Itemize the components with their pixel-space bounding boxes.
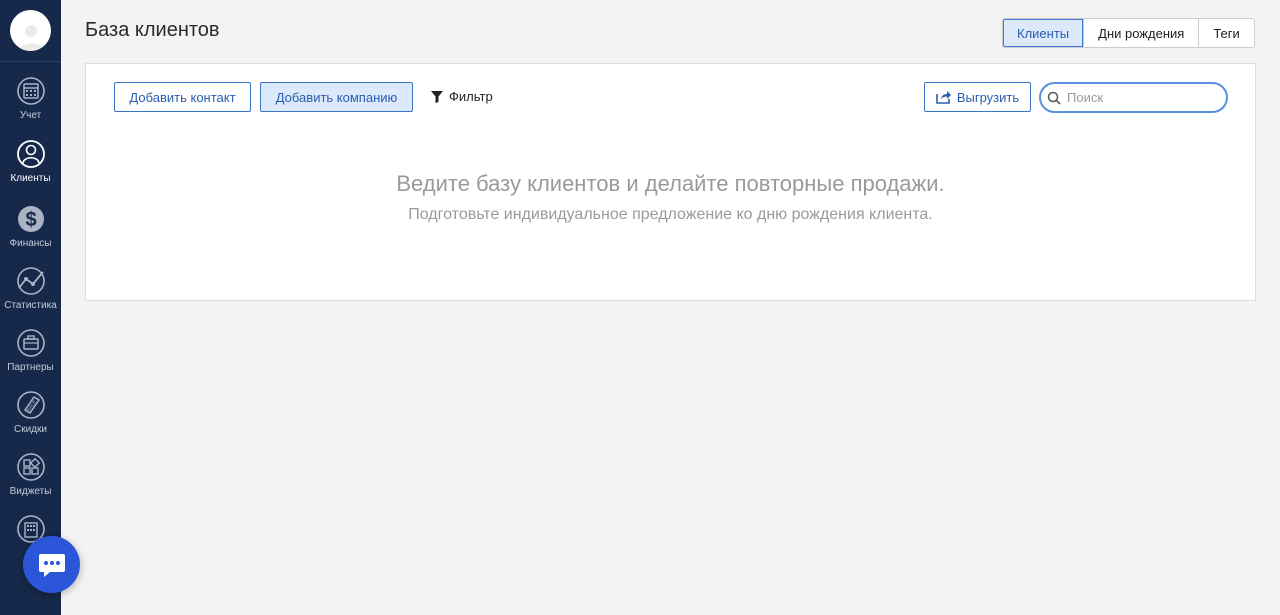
sidebar: Учет Клиенты $ Финансы Статистика Партне… [0, 0, 61, 615]
export-label: Выгрузить [956, 89, 1020, 105]
sidebar-item-label: Скидки [14, 424, 47, 435]
search-box[interactable] [1039, 82, 1228, 113]
empty-state-subtitle: Подготовьте индивидуальное предложение к… [408, 206, 933, 223]
page-title: База клиентов [85, 19, 220, 41]
empty-state-title: Ведите базу клиентов и делайте повторные… [396, 171, 945, 196]
avatar[interactable] [10, 10, 51, 51]
sidebar-item-accounting[interactable]: Учет [0, 76, 61, 121]
view-tabs: Клиенты Дни рождения Теги [1002, 18, 1255, 48]
filter-icon [431, 90, 443, 103]
sidebar-item-statistics[interactable]: Статистика [0, 266, 61, 311]
sidebar-item-widgets[interactable]: Виджеты [0, 452, 61, 497]
dollar-icon: $ [17, 206, 44, 232]
sidebar-item-clients[interactable]: Клиенты [0, 139, 61, 184]
sidebar-item-label: Виджеты [9, 486, 52, 497]
filter-button[interactable]: Фильтр [431, 89, 493, 104]
briefcase-icon [16, 329, 45, 357]
chart-icon [16, 267, 45, 295]
user-silhouette-icon [18, 25, 43, 51]
sidebar-item-label: Учет [19, 110, 42, 121]
export-button[interactable]: Выгрузить [924, 82, 1031, 112]
filter-label: Фильтр [449, 89, 493, 104]
sidebar-item-discounts[interactable]: SALE Скидки [0, 390, 61, 435]
svg-text:$: $ [25, 209, 36, 231]
search-icon [1047, 91, 1061, 105]
tab-birthdays[interactable]: Дни рождения [1083, 19, 1198, 47]
avatar-container [0, 0, 61, 62]
export-icon [936, 91, 951, 104]
add-company-button[interactable]: Добавить компанию [260, 82, 413, 112]
tab-tags[interactable]: Теги [1198, 19, 1253, 47]
clients-icon [16, 140, 45, 168]
clients-panel: Добавить контакт Добавить компанию Фильт… [85, 63, 1256, 301]
sidebar-item-label: Клиенты [10, 173, 51, 184]
add-contact-button[interactable]: Добавить контакт [114, 82, 251, 112]
sidebar-item-label: Партнеры [7, 362, 54, 373]
chat-button[interactable] [23, 536, 80, 593]
sale-tag-icon: SALE [16, 391, 45, 419]
chat-bubble-icon [38, 553, 65, 577]
sidebar-item-finance[interactable]: $ Финансы [0, 204, 61, 249]
svg-text:SALE: SALE [25, 399, 38, 413]
sidebar-item-label: Статистика [4, 300, 57, 311]
calendar-icon [16, 77, 45, 105]
sidebar-item-partners[interactable]: Партнеры [0, 328, 61, 373]
widgets-icon [16, 453, 45, 481]
search-input[interactable] [1067, 90, 1217, 105]
sidebar-item-label: Финансы [9, 238, 52, 249]
tab-clients[interactable]: Клиенты [1003, 19, 1084, 47]
